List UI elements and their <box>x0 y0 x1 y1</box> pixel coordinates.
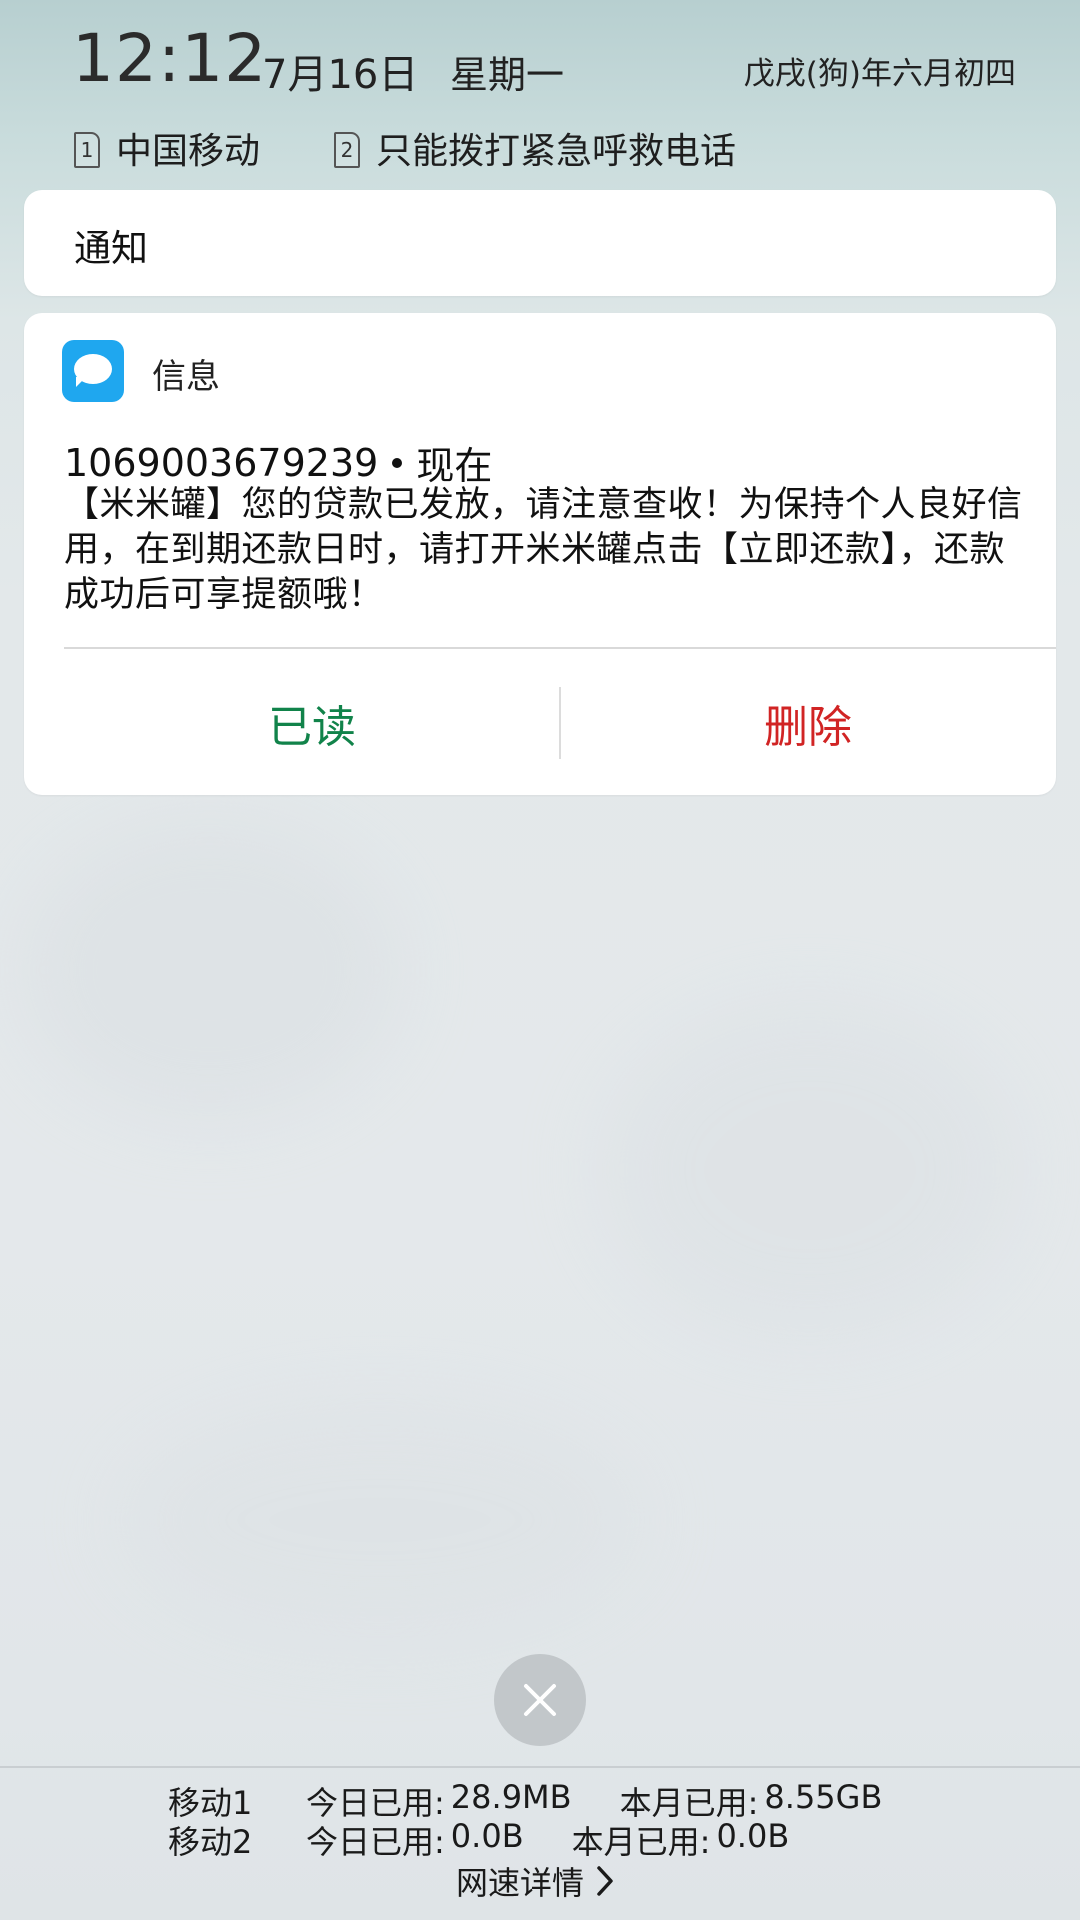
separator-dot <box>392 457 403 468</box>
clear-notifications-button[interactable] <box>494 1654 586 1746</box>
notification-header-card: 通知 <box>24 190 1056 296</box>
sim1-carrier-label: 中国移动 <box>116 131 261 172</box>
sim2-month-value: 0.0B <box>716 1817 790 1855</box>
message-header: 1069003679239 现在 <box>64 435 492 490</box>
app-name: 信息 <box>152 357 220 397</box>
message-body: 【米米罐】您的贷款已发放，请注意查收！为保持个人良好信用，在到期还款日时，请打开… <box>64 485 1023 615</box>
chevron-right-icon <box>597 1866 613 1896</box>
message-notification-card[interactable]: 信息 1069003679239 现在 【米米罐】您的贷款已发放，请注意查收！为… <box>24 313 1056 795</box>
date-label: 7月16日 <box>262 52 419 98</box>
sender-number: 1069003679239 <box>64 440 379 485</box>
background-shade <box>600 1000 1020 1340</box>
delete-button[interactable]: 删除 <box>560 651 1056 795</box>
sim-card-icon: 2 <box>334 132 360 168</box>
clock-time: 12:12 <box>72 20 268 97</box>
lunar-date-label: 戊戌(狗)年六月初四 <box>743 56 1016 92</box>
message-time: 现在 <box>416 444 493 488</box>
sim2-month-label: 本月已用: <box>571 1823 711 1861</box>
message-bubble-icon <box>62 340 124 402</box>
bubble-tail-shape <box>76 377 86 387</box>
background-shade <box>120 1400 640 1640</box>
sim2-carrier: 2 只能拨打紧急呼救电话 <box>334 122 736 174</box>
footer-divider <box>0 1766 1080 1768</box>
sim2-carrier-label: 只能拨打紧急呼救电话 <box>376 131 737 172</box>
background-shade <box>20 820 400 1120</box>
sim2-today-label: 今日已用: <box>306 1823 445 1861</box>
close-icon <box>524 1684 556 1716</box>
mark-read-button[interactable]: 已读 <box>64 651 560 795</box>
sim2-today-value: 0.0B <box>450 1817 524 1855</box>
sim1-carrier: 1 中国移动 <box>74 122 260 174</box>
notification-section-title: 通知 <box>74 227 148 270</box>
speed-details-label: 网速详情 <box>456 1864 585 1902</box>
sim2-data-usage: 移动2 今日已用: 0.0B 本月已用: 0.0B <box>168 1817 789 1863</box>
status-header: 12:12 7月16日 星期一 戊戌(狗)年六月初四 1 中国移动 2 只能拨打… <box>0 0 1080 180</box>
weekday-label: 星期一 <box>450 53 565 97</box>
sim2-name: 移动2 <box>168 1823 253 1861</box>
actions-divider <box>64 647 1056 649</box>
speed-details-link[interactable]: 网速详情 <box>456 1858 616 1904</box>
sim-card-icon: 1 <box>74 132 100 168</box>
